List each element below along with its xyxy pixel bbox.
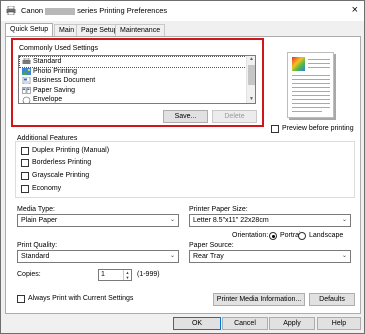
preview-image bbox=[292, 57, 305, 71]
commonly-used-settings-list[interactable]: Standard Photo Printing Business Documen… bbox=[18, 55, 256, 104]
media-type-label: Media Type: bbox=[17, 206, 56, 213]
list-item-label: Envelope bbox=[33, 96, 63, 103]
document-icon bbox=[22, 77, 31, 84]
grayscale-printing-label: Grayscale Printing bbox=[32, 172, 90, 179]
print-quality-value: Standard bbox=[21, 253, 50, 260]
list-item-paper-saving[interactable]: Paper Saving bbox=[20, 86, 246, 96]
borderless-printing-label: Borderless Printing bbox=[32, 159, 92, 166]
list-item-label: Business Document bbox=[33, 77, 96, 84]
printer-media-information-button[interactable]: Printer Media Information... bbox=[213, 293, 305, 306]
title-bar: Canon series Printing Preferences × bbox=[1, 1, 364, 21]
close-icon[interactable]: × bbox=[352, 4, 358, 16]
duplex-printing-checkbox[interactable] bbox=[21, 147, 29, 155]
paper-source-select[interactable]: Rear Tray ⌄ bbox=[189, 250, 351, 263]
printer-icon bbox=[22, 58, 31, 64]
print-quality-label: Print Quality: bbox=[17, 242, 58, 249]
preview-before-printing-checkbox[interactable] bbox=[271, 125, 279, 133]
list-item-label: Paper Saving bbox=[33, 86, 76, 94]
scrollbar-thumb[interactable] bbox=[248, 65, 255, 85]
redacted-model-name bbox=[45, 7, 76, 15]
help-button[interactable]: Help bbox=[317, 317, 361, 330]
paper-saving-icon bbox=[22, 86, 31, 94]
media-type-select[interactable]: Plain Paper ⌄ bbox=[17, 214, 179, 227]
always-print-checkbox[interactable] bbox=[17, 295, 25, 303]
ok-button[interactable]: OK bbox=[173, 317, 221, 330]
landscape-radio[interactable] bbox=[298, 232, 306, 240]
list-item-label: Photo Printing bbox=[33, 67, 77, 75]
chevron-down-icon: ⌄ bbox=[341, 217, 347, 223]
scroll-up-icon[interactable]: ▲ bbox=[248, 56, 255, 63]
list-scrollbar[interactable]: ▲ ▼ bbox=[246, 56, 255, 103]
copies-stepper[interactable]: 1 ▲ ▼ bbox=[98, 269, 132, 281]
printer-paper-size-select[interactable]: Letter 8.5"x11" 22x28cm ⌄ bbox=[189, 214, 351, 227]
cancel-button[interactable]: Cancel bbox=[222, 317, 268, 330]
grayscale-printing-checkbox[interactable] bbox=[21, 172, 29, 180]
scroll-down-icon[interactable]: ▼ bbox=[248, 96, 255, 103]
duplex-printing-label: Duplex Printing (Manual) bbox=[32, 147, 110, 154]
commonly-used-settings-label: Commonly Used Settings bbox=[19, 45, 98, 52]
landscape-label: Landscape bbox=[309, 232, 344, 239]
page-preview-thumbnail bbox=[287, 52, 334, 118]
chevron-down-icon: ⌄ bbox=[169, 217, 175, 223]
title-prefix: Canon bbox=[21, 6, 44, 15]
list-item-standard[interactable]: Standard bbox=[19, 56, 247, 68]
printer-paper-size-label: Printer Paper Size: bbox=[189, 206, 248, 213]
chevron-down-icon: ⌄ bbox=[341, 253, 347, 259]
window-title: Canon series Printing Preferences bbox=[21, 6, 167, 15]
copies-value: 1 bbox=[101, 271, 105, 278]
list-item-label: Standard bbox=[33, 58, 62, 65]
printing-preferences-window: Canon series Printing Preferences × Quick… bbox=[0, 0, 365, 334]
save-button[interactable]: Save... bbox=[163, 110, 208, 123]
print-quality-select[interactable]: Standard ⌄ bbox=[17, 250, 179, 263]
copies-label: Copies: bbox=[17, 271, 41, 278]
apply-button[interactable]: Apply bbox=[269, 317, 315, 330]
always-print-label: Always Print with Current Settings bbox=[28, 295, 134, 302]
media-type-value: Plain Paper bbox=[21, 217, 58, 224]
preview-before-printing-label: Preview before printing bbox=[282, 125, 354, 132]
list-item-business-document[interactable]: Business Document bbox=[20, 76, 246, 86]
chevron-down-icon: ⌄ bbox=[169, 253, 175, 259]
economy-label: Economy bbox=[32, 185, 62, 192]
economy-checkbox[interactable] bbox=[21, 185, 29, 193]
portrait-radio[interactable] bbox=[269, 232, 277, 240]
list-item-envelope[interactable]: Envelope bbox=[20, 95, 246, 103]
list-item-photo-printing[interactable]: Photo Printing bbox=[20, 67, 246, 77]
photo-icon bbox=[22, 67, 31, 75]
delete-button[interactable]: Delete bbox=[212, 110, 257, 123]
defaults-button[interactable]: Defaults bbox=[309, 293, 355, 306]
copies-range-label: (1-999) bbox=[137, 271, 160, 278]
paper-source-label: Paper Source: bbox=[189, 242, 234, 249]
borderless-printing-checkbox[interactable] bbox=[21, 159, 29, 167]
paper-source-value: Rear Tray bbox=[193, 253, 224, 260]
orientation-label: Orientation: bbox=[232, 232, 269, 239]
printer-icon bbox=[6, 6, 16, 15]
envelope-icon bbox=[22, 96, 31, 103]
paper-size-value: Letter 8.5"x11" 22x28cm bbox=[193, 217, 269, 224]
title-suffix: series Printing Preferences bbox=[77, 6, 168, 15]
stepper-arrows-icon[interactable]: ▲ ▼ bbox=[123, 270, 131, 280]
